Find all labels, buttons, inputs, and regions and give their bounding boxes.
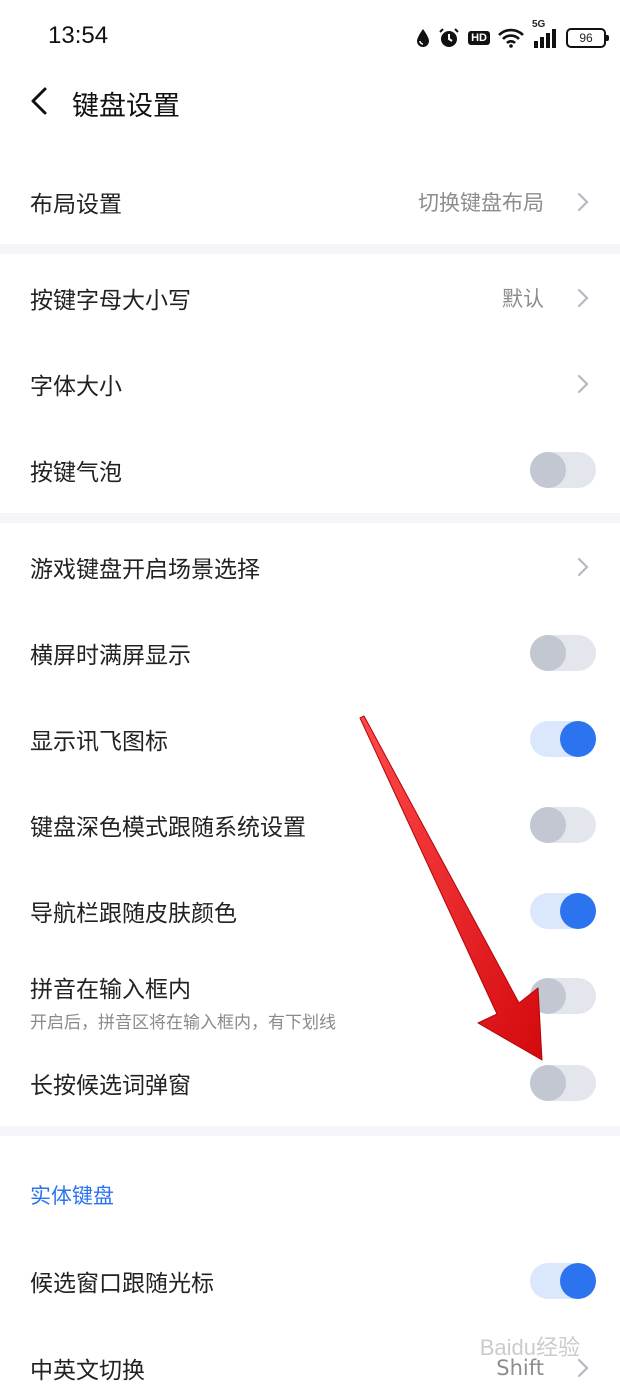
toggle-knob (530, 978, 566, 1014)
nav-bar-skin-toggle[interactable] (530, 893, 596, 929)
status-time: 13:54 (48, 22, 109, 49)
hd-icon: HD (468, 31, 490, 45)
row-pinyin-inline: 拼音在输入框内 开启后，拼音区将在输入框内，有下划线 (0, 954, 620, 1040)
pinyin-inline-toggle[interactable] (530, 978, 596, 1014)
row-value: 切换键盘布局 (418, 191, 544, 215)
alarm-icon (438, 27, 460, 49)
toggle-knob (560, 1263, 596, 1299)
row-label: 按键字母大小写 (30, 288, 191, 314)
page-title: 键盘设置 (72, 91, 180, 122)
section-divider (0, 513, 620, 523)
row-label: 键盘深色模式跟随系统设置 (30, 815, 306, 841)
row-label: 显示讯飞图标 (30, 729, 168, 755)
section-title-physical-keyboard: 实体键盘 (30, 1184, 114, 1208)
landscape-fullscreen-toggle[interactable] (530, 635, 596, 671)
section-divider (0, 1126, 620, 1136)
toggle-knob (560, 721, 596, 757)
row-label: 中英文切换 (30, 1358, 145, 1384)
row-label: 候选窗口跟随光标 (30, 1271, 214, 1297)
candidate-follow-cursor-toggle[interactable] (530, 1263, 596, 1299)
battery-level: 96 (579, 31, 593, 45)
baidu-watermark: Baidu经验 (479, 1335, 580, 1360)
row-landscape-fullscreen: 横屏时满屏显示 (0, 610, 620, 696)
toggle-knob (530, 635, 566, 671)
row-key-bubble: 按键气泡 (0, 427, 620, 513)
show-xunfei-icon-toggle[interactable] (530, 721, 596, 757)
row-label: 按键气泡 (30, 460, 122, 486)
row-show-xunfei-icon: 显示讯飞图标 (0, 696, 620, 782)
row-label: 横屏时满屏显示 (30, 643, 191, 669)
row-long-press-popup: 长按候选词弹窗 (0, 1040, 620, 1126)
row-game-keyboard[interactable]: 游戏键盘开启场景选择 (0, 524, 620, 610)
toggle-knob (560, 893, 596, 929)
row-label: 布局设置 (30, 192, 122, 218)
row-layout[interactable]: 布局设置 切换键盘布局 (0, 159, 620, 245)
row-value: 默认 (502, 287, 544, 311)
toggle-knob (530, 1065, 566, 1101)
row-label: 长按候选词弹窗 (30, 1073, 191, 1099)
row-candidate-follow-cursor: 候选窗口跟随光标 (0, 1238, 620, 1324)
chevron-left-icon[interactable] (24, 84, 54, 118)
row-subtitle: 开启后，拼音区将在输入框内，有下划线 (30, 1013, 336, 1033)
long-press-popup-toggle[interactable] (530, 1065, 596, 1101)
row-font-size[interactable]: 字体大小 (0, 341, 620, 427)
row-dark-mode-follow: 键盘深色模式跟随系统设置 (0, 782, 620, 868)
section-divider (0, 244, 620, 254)
wifi-icon (498, 28, 524, 48)
status-icons: HD 5G 96 (416, 19, 609, 52)
key-bubble-toggle[interactable] (530, 452, 596, 488)
dark-mode-follow-toggle[interactable] (530, 807, 596, 843)
network-label: 5G (532, 19, 546, 30)
chevron-right-icon (576, 191, 590, 213)
battery-icon: 96 (566, 28, 609, 48)
row-label: 游戏键盘开启场景选择 (30, 557, 260, 583)
signal-5g-icon: 5G (532, 19, 558, 49)
row-label: 字体大小 (30, 374, 122, 400)
chevron-right-icon (576, 556, 590, 578)
row-label: 拼音在输入框内 (30, 977, 191, 1003)
chevron-right-icon (576, 373, 590, 395)
row-label: 导航栏跟随皮肤颜色 (30, 901, 237, 927)
row-key-case[interactable]: 按键字母大小写 默认 (0, 255, 620, 341)
toggle-knob (530, 452, 566, 488)
toggle-knob (530, 807, 566, 843)
row-nav-bar-skin: 导航栏跟随皮肤颜色 (0, 868, 620, 954)
status-bar: 13:54 HD 5G 96 (0, 0, 620, 76)
water-drop-icon (416, 28, 430, 48)
chevron-right-icon (576, 287, 590, 309)
header: 键盘设置 (0, 76, 620, 126)
